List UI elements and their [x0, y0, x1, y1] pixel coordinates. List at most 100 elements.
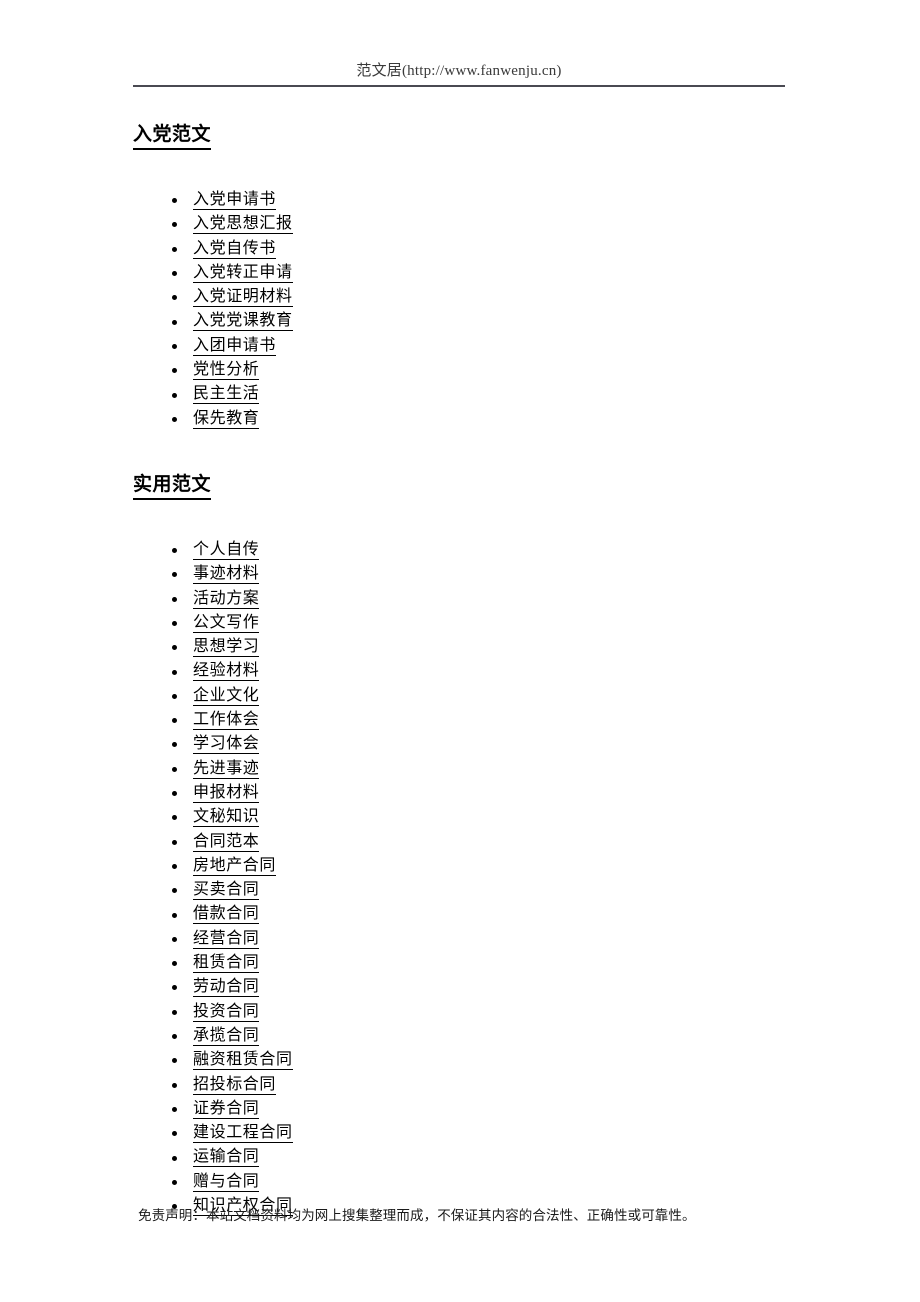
list-item[interactable]: 房地产合同 — [133, 854, 793, 878]
list-item[interactable]: 证券合同 — [133, 1097, 793, 1121]
list-item-link[interactable]: 运输合同 — [193, 1148, 260, 1168]
list-item[interactable]: 公文写作 — [133, 611, 793, 635]
bullet-icon — [172, 319, 177, 325]
list-item[interactable]: 思想学习 — [133, 635, 793, 659]
list-item[interactable]: 党性分析 — [133, 358, 793, 382]
list-item-link[interactable]: 入团申请书 — [193, 336, 277, 356]
list-item[interactable]: 入党思想汇报 — [133, 212, 793, 236]
section-block-2: 实用范文 — [133, 431, 793, 500]
bullet-icon — [172, 791, 177, 797]
list-item-link[interactable]: 学习体会 — [193, 735, 260, 755]
list-item-link[interactable]: 赠与合同 — [193, 1172, 260, 1192]
list-item[interactable]: 入党转正申请 — [133, 261, 793, 285]
bullet-icon — [172, 1034, 177, 1040]
list-item-link[interactable]: 证券合同 — [193, 1099, 260, 1119]
link-list-2: 个人自传 事迹材料 活动方案 公文写作 思想学习 经验材料 企业文化 工作体会 … — [133, 538, 793, 1218]
list-item-link[interactable]: 入党思想汇报 — [193, 215, 293, 235]
page-header: 范文居(http://www.fanwenju.cn) — [133, 62, 785, 87]
list-item-link[interactable]: 合同范本 — [193, 832, 260, 852]
list-item[interactable]: 入党申请书 — [133, 188, 793, 212]
list-item-link[interactable]: 思想学习 — [193, 638, 260, 658]
list-item-link[interactable]: 建设工程合同 — [193, 1124, 293, 1144]
bullet-icon — [172, 1009, 177, 1015]
list-item[interactable]: 经营合同 — [133, 927, 793, 951]
list-item-link[interactable]: 承揽合同 — [193, 1026, 260, 1046]
bullet-icon — [172, 815, 177, 821]
list-item[interactable]: 入党自传书 — [133, 237, 793, 261]
list-item-link[interactable]: 房地产合同 — [193, 856, 277, 876]
list-item[interactable]: 个人自传 — [133, 538, 793, 562]
list-item-link[interactable]: 企业文化 — [193, 686, 260, 706]
list-item-link[interactable]: 保先教育 — [193, 409, 260, 429]
list-item-link[interactable]: 入党自传书 — [193, 239, 277, 259]
list-item[interactable]: 投资合同 — [133, 1000, 793, 1024]
list-item[interactable]: 融资租赁合同 — [133, 1048, 793, 1072]
bullet-icon — [172, 1179, 177, 1185]
bullet-icon — [172, 1155, 177, 1161]
list-item-link[interactable]: 入党党课教育 — [193, 312, 293, 332]
bullet-icon — [172, 1058, 177, 1064]
list-item[interactable]: 先进事迹 — [133, 757, 793, 781]
list-item-link[interactable]: 招投标合同 — [193, 1075, 277, 1095]
list-item[interactable]: 承揽合同 — [133, 1024, 793, 1048]
list-item[interactable]: 入党证明材料 — [133, 285, 793, 309]
bullet-icon — [172, 271, 177, 277]
section-heading-1: 入党范文 — [133, 122, 212, 150]
bullet-icon — [172, 693, 177, 699]
list-item-link[interactable]: 事迹材料 — [193, 565, 260, 585]
list-item[interactable]: 申报材料 — [133, 781, 793, 805]
bullet-icon — [172, 222, 177, 228]
list-item[interactable]: 招投标合同 — [133, 1073, 793, 1097]
list-item-link[interactable]: 民主生活 — [193, 385, 260, 405]
list-item-link[interactable]: 入党申请书 — [193, 191, 277, 210]
list-item-link[interactable]: 党性分析 — [193, 361, 260, 381]
list-item-link[interactable]: 入党证明材料 — [193, 288, 293, 308]
list-item[interactable]: 民主生活 — [133, 382, 793, 406]
list-item[interactable]: 买卖合同 — [133, 878, 793, 902]
bullet-icon — [172, 1131, 177, 1137]
list-item[interactable]: 赠与合同 — [133, 1170, 793, 1194]
list-item-link[interactable]: 活动方案 — [193, 589, 260, 609]
list-item-link[interactable]: 申报材料 — [193, 783, 260, 803]
header-divider — [133, 85, 785, 87]
list-item-link[interactable]: 个人自传 — [193, 540, 260, 560]
bullet-icon — [172, 295, 177, 301]
site-title: 范文居(http://www.fanwenju.cn) — [356, 63, 562, 79]
list-item-link[interactable]: 买卖合同 — [193, 881, 260, 901]
list-item-link[interactable]: 经营合同 — [193, 929, 260, 949]
list-item-link[interactable]: 劳动合同 — [193, 978, 260, 998]
list-item-link[interactable]: 先进事迹 — [193, 759, 260, 779]
list-item[interactable]: 劳动合同 — [133, 975, 793, 999]
list-item[interactable]: 保先教育 — [133, 407, 793, 431]
section-heading-2: 实用范文 — [133, 472, 212, 500]
list-item-link[interactable]: 借款合同 — [193, 905, 260, 925]
list-item[interactable]: 租赁合同 — [133, 951, 793, 975]
list-item-link[interactable]: 融资租赁合同 — [193, 1051, 293, 1071]
list-item-link[interactable]: 工作体会 — [193, 711, 260, 731]
list-item[interactable]: 活动方案 — [133, 587, 793, 611]
list-item-link[interactable]: 租赁合同 — [193, 954, 260, 974]
list-item-link[interactable]: 经验材料 — [193, 662, 260, 682]
bullet-icon — [172, 246, 177, 252]
list-item[interactable]: 入团申请书 — [133, 334, 793, 358]
list-item[interactable]: 运输合同 — [133, 1145, 793, 1169]
bullet-icon — [172, 839, 177, 845]
bullet-icon — [172, 198, 177, 204]
bullet-icon — [172, 863, 177, 869]
list-item[interactable]: 经验材料 — [133, 659, 793, 683]
list-item[interactable]: 文秘知识 — [133, 805, 793, 829]
list-item-link[interactable]: 公文写作 — [193, 613, 260, 633]
list-item-link[interactable]: 入党转正申请 — [193, 263, 293, 283]
list-item[interactable]: 入党党课教育 — [133, 309, 793, 333]
list-item-link[interactable]: 文秘知识 — [193, 808, 260, 828]
list-item[interactable]: 学习体会 — [133, 732, 793, 756]
bullet-icon — [172, 742, 177, 748]
list-item[interactable]: 合同范本 — [133, 830, 793, 854]
list-item[interactable]: 建设工程合同 — [133, 1121, 793, 1145]
list-item-link[interactable]: 投资合同 — [193, 1002, 260, 1022]
bullet-icon — [172, 368, 177, 374]
list-item[interactable]: 借款合同 — [133, 902, 793, 926]
list-item[interactable]: 企业文化 — [133, 684, 793, 708]
list-item[interactable]: 事迹材料 — [133, 562, 793, 586]
list-item[interactable]: 工作体会 — [133, 708, 793, 732]
